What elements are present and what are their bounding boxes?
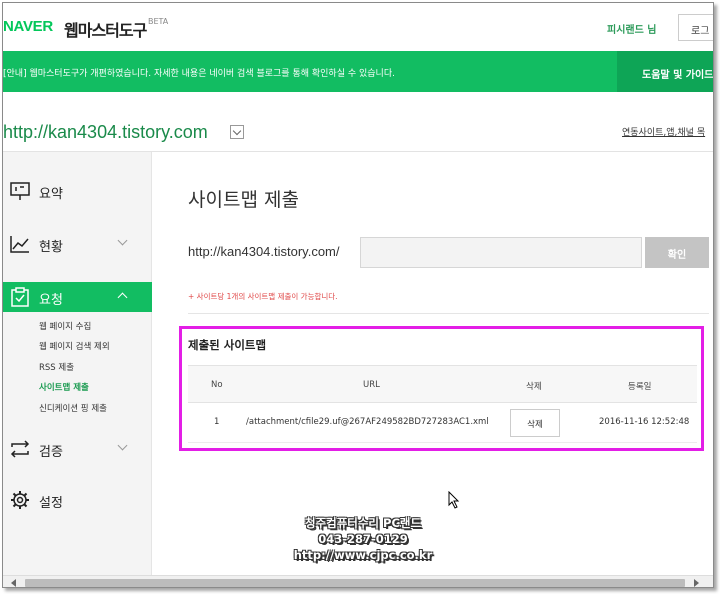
page-title: 사이트맵 제출 bbox=[188, 189, 299, 211]
gear-icon bbox=[11, 491, 29, 509]
chevron-down-icon bbox=[117, 440, 128, 451]
sidebar-item-summary[interactable]: 요약 bbox=[3, 176, 152, 206]
horizontal-scrollbar[interactable] bbox=[3, 575, 713, 587]
sidebar: 요약 현황 요청 웹 페이지 수집 웹 페이지 검색 제외 RSS 제출 사이트… bbox=[3, 152, 152, 577]
sidebar-item-verify[interactable]: 검증 bbox=[3, 434, 152, 464]
sidebar-item-request[interactable]: 요청 bbox=[3, 282, 152, 312]
naver-logo[interactable]: NAVER bbox=[3, 18, 53, 35]
sub-item-page-crawl[interactable]: 웹 페이지 수집 bbox=[39, 320, 91, 332]
site-url: http://kan4304.tistory.com bbox=[3, 122, 208, 142]
product-name[interactable]: 웹마스터도구 bbox=[64, 17, 147, 41]
logout-button[interactable]: 로그 bbox=[678, 14, 713, 41]
sub-item-sitemap-submit[interactable]: 사이트맵 제출 bbox=[39, 381, 89, 393]
clipboard-check-icon bbox=[11, 287, 29, 307]
presentation-icon bbox=[10, 182, 30, 200]
sub-item-rss-submit[interactable]: RSS 제출 bbox=[39, 361, 74, 373]
watermark-line: 청주컴퓨터수리 PC랜드 bbox=[304, 516, 422, 530]
sub-item-search-exclude[interactable]: 웹 페이지 검색 제외 bbox=[39, 340, 110, 352]
watermark: 청주컴퓨터수리 PC랜드 043-287-0129 http://www.cjp… bbox=[273, 515, 453, 563]
trend-chart-icon bbox=[10, 236, 29, 253]
site-bar: http://kan4304.tistory.com 연동사이트,앱,채널 목 bbox=[3, 92, 713, 152]
sidebar-item-label: 요약 bbox=[39, 187, 63, 202]
mouse-cursor-icon bbox=[448, 491, 460, 509]
chevron-up-icon bbox=[117, 292, 128, 303]
sidebar-item-status[interactable]: 현황 bbox=[3, 229, 152, 259]
sidebar-item-label: 설정 bbox=[39, 496, 63, 511]
notice-bar: [안내] 웹마스터도구가 개편하였습니다. 자세한 내용은 네이버 검색 블로그… bbox=[3, 51, 713, 92]
url-prefix: http://kan4304.tistory.com/ bbox=[188, 244, 340, 259]
chevron-down-icon bbox=[117, 235, 128, 246]
help-guide-button[interactable]: 도움말 및 가이드 bbox=[617, 51, 713, 92]
linked-sites-link[interactable]: 연동사이트,앱,채널 목 bbox=[622, 125, 705, 138]
sitemap-url-input[interactable] bbox=[360, 237, 642, 268]
sitemap-limit-hint: + 사이트당 1개의 사이트맵 제출이 가능합니다. bbox=[188, 292, 338, 301]
scroll-left-arrow-icon[interactable] bbox=[11, 579, 16, 587]
scrollbar-thumb[interactable] bbox=[25, 579, 685, 587]
browser-window: NAVER 웹마스터도구 BETA 피시랜드 님 로그 [안내] 웹마스터도구가… bbox=[2, 2, 714, 588]
swap-arrows-icon bbox=[10, 440, 30, 458]
beta-badge: BETA bbox=[148, 17, 169, 26]
sidebar-item-label: 검증 bbox=[39, 445, 63, 460]
sidebar-item-label: 요청 bbox=[39, 293, 63, 308]
user-name[interactable]: 피시랜드 님 bbox=[607, 21, 656, 36]
site-dropdown-chevron-icon[interactable] bbox=[230, 125, 244, 139]
watermark-line: 043-287-0129 bbox=[318, 532, 408, 546]
notice-text: [안내] 웹마스터도구가 개편하였습니다. 자세한 내용은 네이버 검색 블로그… bbox=[3, 69, 395, 79]
watermark-line: http://www.cjpc.co.kr bbox=[293, 548, 433, 562]
scroll-right-arrow-icon[interactable] bbox=[694, 579, 699, 587]
confirm-button[interactable]: 확인 bbox=[645, 237, 709, 268]
highlight-box bbox=[179, 326, 704, 451]
top-header: NAVER 웹마스터도구 BETA 피시랜드 님 로그 bbox=[3, 3, 713, 51]
sidebar-item-settings[interactable]: 설정 bbox=[3, 485, 152, 515]
sub-item-syndication-ping[interactable]: 신디케이션 핑 제출 bbox=[39, 402, 107, 414]
sidebar-item-label: 현황 bbox=[39, 240, 63, 255]
section-divider bbox=[188, 313, 709, 314]
